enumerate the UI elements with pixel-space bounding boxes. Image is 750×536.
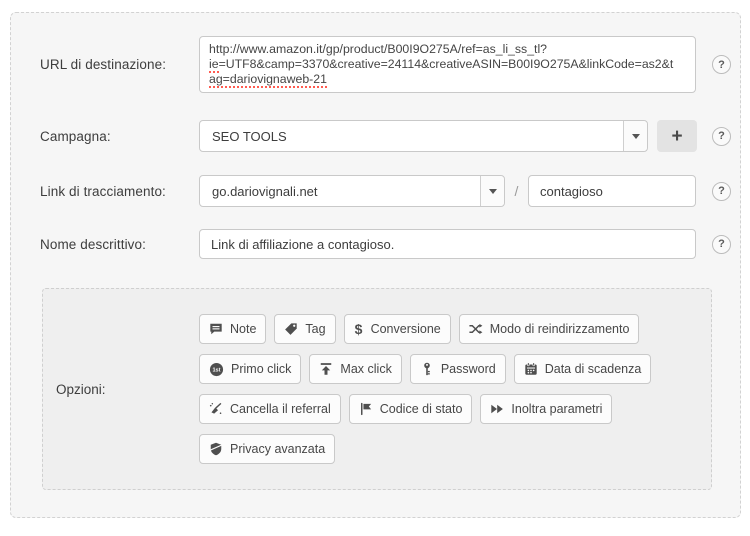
descriptive-name-label: Nome descrittivo: — [40, 236, 146, 252]
first-click-icon: 1st — [209, 362, 224, 377]
spellcheck-underline: ag=dariovignaweb-21 — [209, 72, 327, 88]
destination-url-textarea[interactable]: http://www.amazon.it/gp/product/B00I9O27… — [199, 36, 696, 93]
shuffle-icon — [469, 322, 483, 336]
help-icon[interactable]: ? — [712, 126, 731, 146]
destination-url-row: URL di destinazione: http://www.amazon.i… — [40, 36, 731, 93]
campaign-selected-value: SEO TOOLS — [212, 128, 287, 144]
options-section: Opzioni: Note Tag $ Conversione Modo di … — [42, 288, 712, 490]
tracking-link-row: Link di tracciamento: go.dariovignali.ne… — [40, 175, 731, 207]
url-line-1: http://www.amazon.it/gp/product/B00I9O27… — [209, 42, 548, 56]
forward-parameters-button[interactable]: Inoltra parametri — [480, 394, 613, 424]
campaign-row: Campagna: SEO TOOLS + ? — [40, 120, 731, 152]
chevron-down-icon — [480, 176, 504, 206]
descriptive-name-row: Nome descrittivo: ? — [40, 229, 731, 259]
note-button[interactable]: Note — [199, 314, 267, 344]
campaign-select[interactable]: SEO TOOLS — [199, 120, 648, 152]
help-icon[interactable]: ? — [712, 181, 731, 201]
calendar-icon — [524, 362, 538, 376]
max-click-button[interactable]: Max click — [309, 354, 402, 384]
url-line-2: ie=UTF8&camp=3370&creative=24114&creativ… — [209, 57, 674, 73]
clear-referral-button[interactable]: Cancella il referral — [199, 394, 341, 424]
tag-button[interactable]: Tag — [274, 314, 336, 344]
advanced-privacy-button[interactable]: Privacy avanzata — [199, 434, 336, 464]
help-icon[interactable]: ? — [712, 55, 731, 74]
arrow-top-icon — [319, 362, 333, 376]
first-click-button[interactable]: 1st Primo click — [199, 354, 302, 384]
tracking-domain-select[interactable]: go.dariovignali.net — [199, 175, 505, 207]
key-icon — [420, 362, 434, 376]
tag-icon — [284, 322, 298, 336]
link-settings-card: URL di destinazione: http://www.amazon.i… — [10, 12, 741, 518]
path-separator: / — [514, 183, 519, 199]
password-button[interactable]: Password — [409, 354, 506, 384]
svg-text:1st: 1st — [212, 367, 220, 373]
descriptive-name-input[interactable] — [199, 229, 696, 259]
help-icon[interactable]: ? — [712, 234, 731, 254]
flag-icon — [359, 402, 373, 416]
redirect-mode-button[interactable]: Modo di reindirizzamento — [458, 314, 640, 344]
note-icon — [209, 322, 223, 336]
tracking-link-label: Link di tracciamento: — [40, 183, 166, 199]
status-code-button[interactable]: Codice di stato — [348, 394, 473, 424]
tracking-slug-input[interactable] — [528, 175, 696, 207]
expiration-date-button[interactable]: Data di scadenza — [513, 354, 652, 384]
options-label: Opzioni: — [56, 381, 106, 397]
dollar-icon: $ — [354, 321, 363, 337]
tracking-domain-value: go.dariovignali.net — [212, 183, 318, 199]
add-campaign-button[interactable]: + — [657, 120, 697, 152]
conversion-button[interactable]: $ Conversione — [343, 314, 451, 344]
chevron-down-icon — [623, 121, 647, 151]
broom-icon — [209, 402, 223, 416]
fast-forward-icon — [490, 402, 504, 416]
campaign-label: Campagna: — [40, 128, 111, 144]
spellcheck-underline: ie — [209, 57, 219, 73]
shield-icon — [209, 442, 223, 456]
options-buttons: Note Tag $ Conversione Modo di reindiriz… — [199, 314, 652, 464]
url-line-3: ag=dariovignaweb-21 — [209, 72, 686, 88]
destination-url-label: URL di destinazione: — [40, 57, 167, 72]
